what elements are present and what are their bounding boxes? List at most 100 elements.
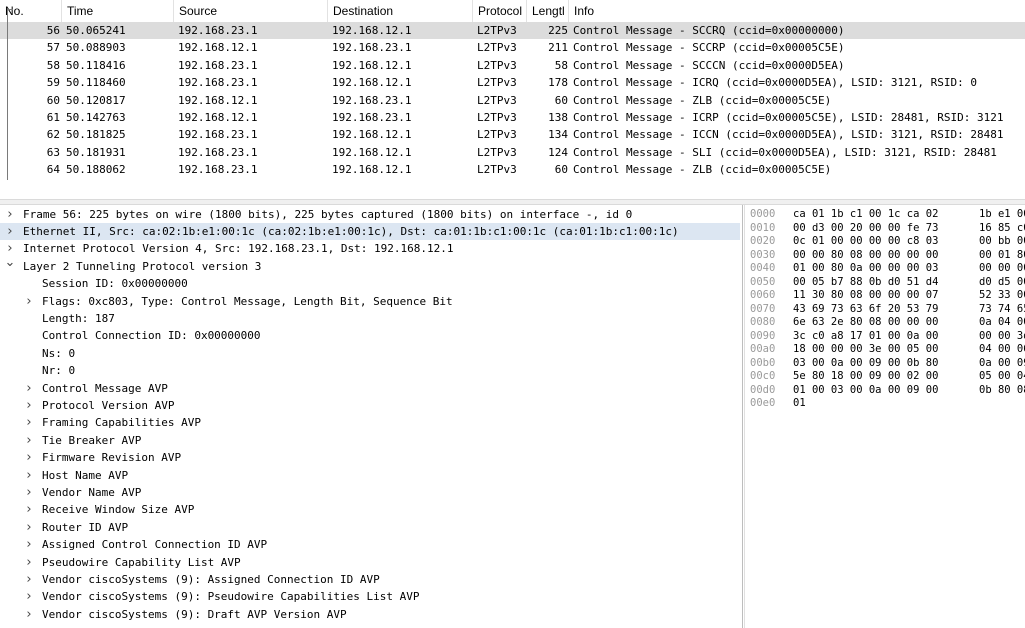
chevron-right-icon[interactable]: › [4, 223, 16, 240]
hex-bytes[interactable]: ca 01 1b c1 00 1c ca 02 [793, 208, 938, 222]
detail-tree-item[interactable]: › Pseudowire Capability List AVP [0, 554, 740, 571]
hex-bytes[interactable]: 16 85 c0 [979, 222, 1025, 236]
pane-splitter-vertical[interactable] [742, 205, 743, 628]
hex-bytes[interactable]: 0b 80 08 [979, 384, 1025, 398]
chevron-right-icon[interactable]: › [23, 501, 35, 518]
hex-offset[interactable]: 0060 [750, 289, 775, 303]
hex-bytes[interactable]: 00 00 3d [979, 330, 1025, 344]
hex-bytes[interactable]: 03 00 0a 00 09 00 0b 80 [793, 357, 938, 371]
hex-bytes[interactable]: 6e 63 2e 80 08 00 00 00 [793, 316, 938, 330]
hex-bytes[interactable]: 00 d3 00 20 00 00 fe 73 [793, 222, 938, 236]
hex-offset[interactable]: 0000 [750, 208, 775, 222]
hex-bytes[interactable]: 1b e1 00 [979, 208, 1025, 222]
detail-tree-item[interactable]: › Router ID AVP [0, 519, 740, 536]
detail-tree-item[interactable]: › Internet Protocol Version 4, Src: 192.1… [0, 240, 740, 257]
detail-tree-item[interactable]: Control Connection ID: 0x00000000 [0, 327, 740, 344]
packet-row[interactable]: 61 50.142763 192.168.12.1 192.168.23.1 L2TPv… [0, 109, 1025, 126]
detail-tree-item[interactable]: › Tie Breaker AVP [0, 432, 740, 449]
detail-tree-item[interactable]: › Host Name AVP [0, 467, 740, 484]
hex-offset[interactable]: 0070 [750, 303, 775, 317]
detail-tree-item[interactable]: › Control Message AVP [0, 380, 740, 397]
hex-bytes[interactable]: 01 00 03 00 0a 00 09 00 [793, 384, 938, 398]
hex-offset[interactable]: 00d0 [750, 384, 775, 398]
hex-offset[interactable]: 0030 [750, 249, 775, 263]
detail-tree-item[interactable]: Length: 187 [0, 310, 740, 327]
detail-tree-item[interactable]: › Vendor ciscoSystems (9): Assigned Conne… [0, 571, 740, 588]
chevron-right-icon[interactable]: › [23, 536, 35, 553]
hex-bytes[interactable]: 11 30 80 08 00 00 00 07 [793, 289, 938, 303]
chevron-right-icon[interactable]: › [23, 449, 35, 466]
column-header-destination[interactable]: Destination [328, 0, 473, 22]
hex-bytes[interactable]: 04 00 06 [979, 343, 1025, 357]
hex-offset[interactable]: 0010 [750, 222, 775, 236]
chevron-down-icon[interactable]: ⌄ [4, 254, 16, 271]
hex-bytes[interactable]: 01 [793, 397, 806, 411]
packet-row[interactable]: 57 50.088903 192.168.12.1 192.168.23.1 L2TPv… [0, 39, 1025, 56]
chevron-right-icon[interactable]: › [4, 206, 16, 223]
packet-row[interactable]: 64 50.188062 192.168.23.1 192.168.12.1 L2TPv… [0, 161, 1025, 178]
hex-offset[interactable]: 0090 [750, 330, 775, 344]
packet-row[interactable]: 63 50.181931 192.168.23.1 192.168.12.1 L2TPv… [0, 144, 1025, 161]
hex-bytes[interactable]: 0a 00 09 [979, 357, 1025, 371]
detail-tree-item[interactable]: › Flags: 0xc803, Type: Control Message, L… [0, 293, 740, 310]
detail-tree-item[interactable]: Ns: 0 [0, 345, 740, 362]
hex-bytes[interactable]: 18 00 00 00 3e 00 05 00 [793, 343, 938, 357]
packet-row[interactable]: 58 50.118416 192.168.23.1 192.168.12.1 L2TPv… [0, 57, 1025, 74]
hex-offset[interactable]: 0040 [750, 262, 775, 276]
hex-bytes[interactable]: 00 05 b7 88 0b d0 51 d4 [793, 276, 938, 290]
chevron-right-icon[interactable]: › [23, 588, 35, 605]
detail-tree-item[interactable]: Nr: 0 [0, 362, 740, 379]
hex-bytes[interactable]: 00 00 80 08 00 00 00 00 [793, 249, 938, 263]
chevron-right-icon[interactable]: › [23, 432, 35, 449]
detail-tree-item[interactable]: › Vendor ciscoSystems (9): Pseudowire Cap… [0, 588, 740, 605]
hex-bytes[interactable]: 01 00 80 0a 00 00 00 03 [793, 262, 938, 276]
chevron-right-icon[interactable]: › [23, 397, 35, 414]
hex-bytes[interactable]: d0 d5 00 [979, 276, 1025, 290]
hex-offset[interactable]: 00b0 [750, 357, 775, 371]
hex-bytes[interactable]: 0c 01 00 00 00 00 c8 03 [793, 235, 938, 249]
column-header-no[interactable]: No. [0, 0, 62, 22]
chevron-right-icon[interactable]: › [23, 554, 35, 571]
hex-offset[interactable]: 0080 [750, 316, 775, 330]
chevron-right-icon[interactable]: › [23, 380, 35, 397]
hex-bytes[interactable]: 00 01 80 [979, 249, 1025, 263]
hex-offset[interactable]: 00c0 [750, 370, 775, 384]
packet-row[interactable]: 60 50.120817 192.168.12.1 192.168.23.1 L2TPv… [0, 92, 1025, 109]
chevron-right-icon[interactable]: › [23, 484, 35, 501]
packet-row[interactable]: 59 50.118460 192.168.23.1 192.168.12.1 L2TPv… [0, 74, 1025, 91]
hex-bytes[interactable]: 52 33 00 [979, 289, 1025, 303]
detail-tree-item[interactable]: Session ID: 0x00000000 [0, 275, 740, 292]
hex-bytes[interactable]: 00 bb 00 [979, 235, 1025, 249]
packet-row[interactable]: 56 50.065241 192.168.23.1 192.168.12.1 L2TPv… [0, 22, 1025, 40]
detail-tree-item[interactable]: › Assigned Control Connection ID AVP [0, 536, 740, 553]
hex-bytes[interactable]: 73 74 65 [979, 303, 1025, 317]
detail-tree-item[interactable]: › Vendor Name AVP [0, 484, 740, 501]
hex-bytes[interactable]: 5e 80 18 00 09 00 02 00 [793, 370, 938, 384]
hex-bytes[interactable]: 00 00 00 [979, 262, 1025, 276]
detail-tree-item[interactable]: › Vendor ciscoSystems (9): Draft AVP Vers… [0, 606, 740, 623]
packet-list[interactable]: No. Time Source Destination Protocol Len… [0, 0, 1025, 180]
chevron-right-icon[interactable]: › [23, 571, 35, 588]
hex-bytes[interactable]: 43 69 73 63 6f 20 53 79 [793, 303, 938, 317]
column-header-time[interactable]: Time [62, 0, 174, 22]
hex-bytes[interactable]: 05 00 04 [979, 370, 1025, 384]
column-header-protocol[interactable]: Protocol [473, 0, 527, 22]
chevron-right-icon[interactable]: › [23, 467, 35, 484]
column-header-info[interactable]: Info [569, 0, 1025, 22]
hex-offset[interactable]: 0050 [750, 276, 775, 290]
detail-tree-item[interactable]: › Frame 56: 225 bytes on wire (1800 bits)… [0, 206, 740, 223]
hex-bytes[interactable]: 0a 04 00 [979, 316, 1025, 330]
hex-bytes[interactable]: 3c c0 a8 17 01 00 0a 00 [793, 330, 938, 344]
chevron-right-icon[interactable]: › [23, 519, 35, 536]
packet-bytes-pane[interactable]: 0000 ca 01 1b c1 00 1c ca 02 1b e1 00 0010 0… [746, 205, 1025, 628]
detail-tree-item[interactable]: › Protocol Version AVP [0, 397, 740, 414]
detail-tree-item[interactable]: › Framing Capabilities AVP [0, 414, 740, 431]
column-header-length[interactable]: Lengtl [527, 0, 569, 22]
hex-offset[interactable]: 00a0 [750, 343, 775, 357]
hex-offset[interactable]: 0020 [750, 235, 775, 249]
chevron-right-icon[interactable]: › [23, 293, 35, 310]
detail-tree-item[interactable]: ⌄ Layer 2 Tunneling Protocol version 3 [0, 255, 740, 275]
hex-offset[interactable]: 00e0 [750, 397, 775, 411]
detail-tree-item[interactable]: › Firmware Revision AVP [0, 449, 740, 466]
detail-tree-item[interactable]: › Ethernet II, Src: ca:02:1b:e1:00:1c (ca… [0, 222, 740, 241]
